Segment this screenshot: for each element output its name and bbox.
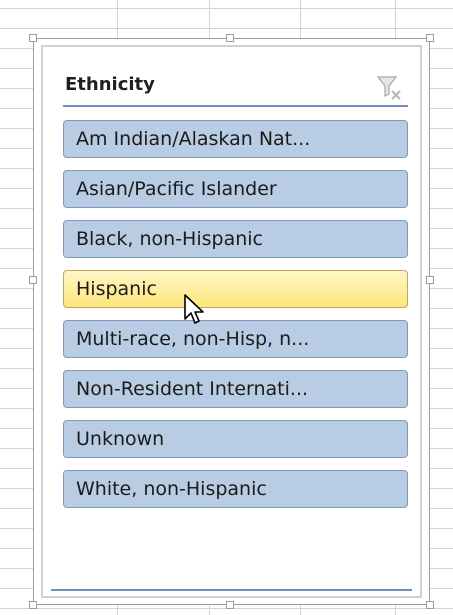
resize-handle-top-right[interactable] [426,34,434,42]
slicer-item-asian-pacific-islander[interactable]: Asian/Pacific Islander [63,170,408,208]
slicer-item-white-non-hispanic[interactable]: White, non-Hispanic [63,470,408,508]
slicer-title: Ethnicity [65,74,155,95]
slicer-item-hispanic[interactable]: Hispanic [63,270,408,308]
mouse-pointer-graphic [184,294,204,324]
slicer-item-am-indian-alaskan[interactable]: Am Indian/Alaskan Nat... [63,120,408,158]
resize-handle-bottom-right[interactable] [426,601,434,609]
resize-handle-top[interactable] [226,34,234,42]
slicer-item-unknown[interactable]: Unknown [63,420,408,458]
row-gridline [0,8,453,9]
mouse-pointer-icon [183,293,209,327]
resize-handle-bottom[interactable] [226,601,234,609]
resize-handle-right[interactable] [426,276,434,284]
ethnicity-slicer: Ethnicity Am Indian/Alaskan Nat... Asian… [41,45,422,598]
slicer-item-multi-race[interactable]: Multi-race, non-Hisp, n... [63,320,408,358]
resize-handle-top-left[interactable] [29,34,37,42]
clear-filter-icon[interactable] [376,74,404,102]
resize-handle-bottom-left[interactable] [29,601,37,609]
slicer-header: Ethnicity [63,71,408,107]
resize-handle-left[interactable] [29,276,37,284]
clear-filter-icon-graphic [376,76,401,100]
slicer-item-black-non-hispanic[interactable]: Black, non-Hispanic [63,220,408,258]
slicer-item-non-resident-international[interactable]: Non-Resident Internati... [63,370,408,408]
slicer-selection-frame[interactable]: Ethnicity Am Indian/Alaskan Nat... Asian… [33,38,430,605]
row-gridline [0,28,453,29]
slicer-item-list: Am Indian/Alaskan Nat... Asian/Pacific I… [63,120,408,520]
